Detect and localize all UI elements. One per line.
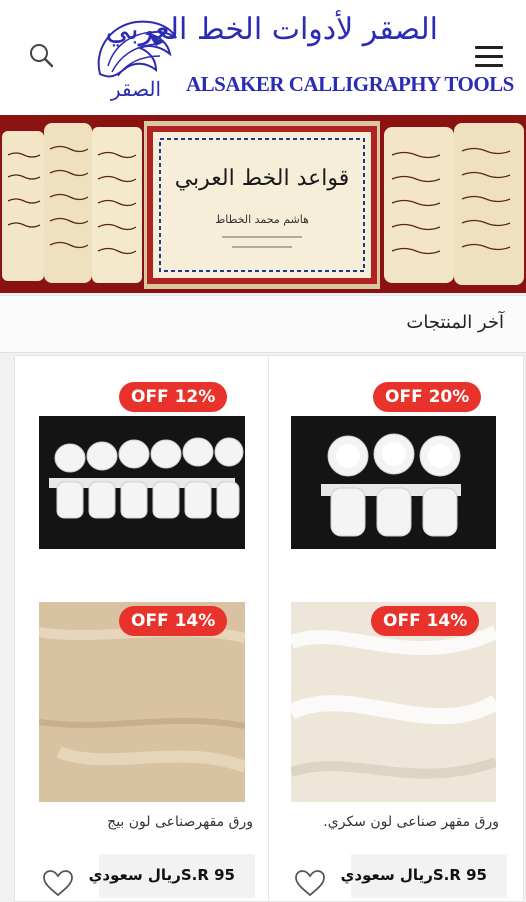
favorite-button[interactable] [293,868,327,898]
promo-banner[interactable]: قواعد الخط العربي هاشم محمد الخطاط [0,115,526,293]
hamburger-menu-icon [475,55,503,58]
price-box: S.R 95ريال سعودي [341,854,507,898]
logo-english-text: ALSAKER CALLIGRAPHY TOOLS [186,72,514,96]
product-grid: OFF 20% OFF 12% OFF 14% ورق مقهر صناعى ل… [14,355,524,902]
store-logo[interactable]: الصقر الصقر لأدوات الخط العربي ALSAKER C… [90,12,514,104]
ink-pots-image [39,416,245,549]
search-icon [30,44,54,68]
product-card[interactable]: OFF 20% [283,356,513,576]
product-name[interactable]: ورق مقهرصناعى لون بيج [107,814,253,830]
product-image[interactable] [291,416,496,549]
menu-button[interactable] [470,40,508,74]
product-name[interactable]: ورق مقهر صناعى لون سكري. [323,814,499,830]
price-box: S.R 95ريال سعودي [89,854,255,898]
logo-arabic-text: الصقر لأدوات الخط العربي [105,12,438,47]
ink-pots-image [291,416,496,549]
product-card[interactable]: OFF 14% ورق مقهر صناعى لون سكري. S.R 95ر… [283,578,513,898]
search-button[interactable] [26,40,58,72]
favorite-button[interactable] [41,868,75,898]
discount-badge: OFF 12% [119,382,228,412]
discount-badge: OFF 20% [373,382,482,412]
product-card[interactable]: OFF 12% [31,356,261,576]
app-header: الصقر الصقر لأدوات الخط العربي ALSAKER C… [0,0,526,115]
banner-book-author: هاشم محمد الخطاط [215,213,309,226]
column-divider [268,356,269,901]
product-price: S.R 95ريال سعودي [88,866,235,884]
heart-icon [295,870,325,897]
latest-products-header: آخر المنتجات [0,295,526,353]
section-title: آخر المنتجات [406,312,504,333]
logo-emblem-text: الصقر [110,77,161,101]
hamburger-menu-icon [475,46,503,49]
hamburger-menu-icon [475,64,503,67]
product-card[interactable]: OFF 14% ورق مقهرصناعى لون بيج S.R 95ريال… [31,578,261,898]
product-price: S.R 95ريال سعودي [340,866,487,884]
discount-badge: OFF 14% [119,606,228,636]
banner-image: قواعد الخط العربي هاشم محمد الخطاط [0,115,526,293]
banner-book-title: قواعد الخط العربي [175,166,350,191]
heart-icon [43,870,73,897]
product-image[interactable] [39,416,245,549]
discount-badge: OFF 14% [371,606,480,636]
